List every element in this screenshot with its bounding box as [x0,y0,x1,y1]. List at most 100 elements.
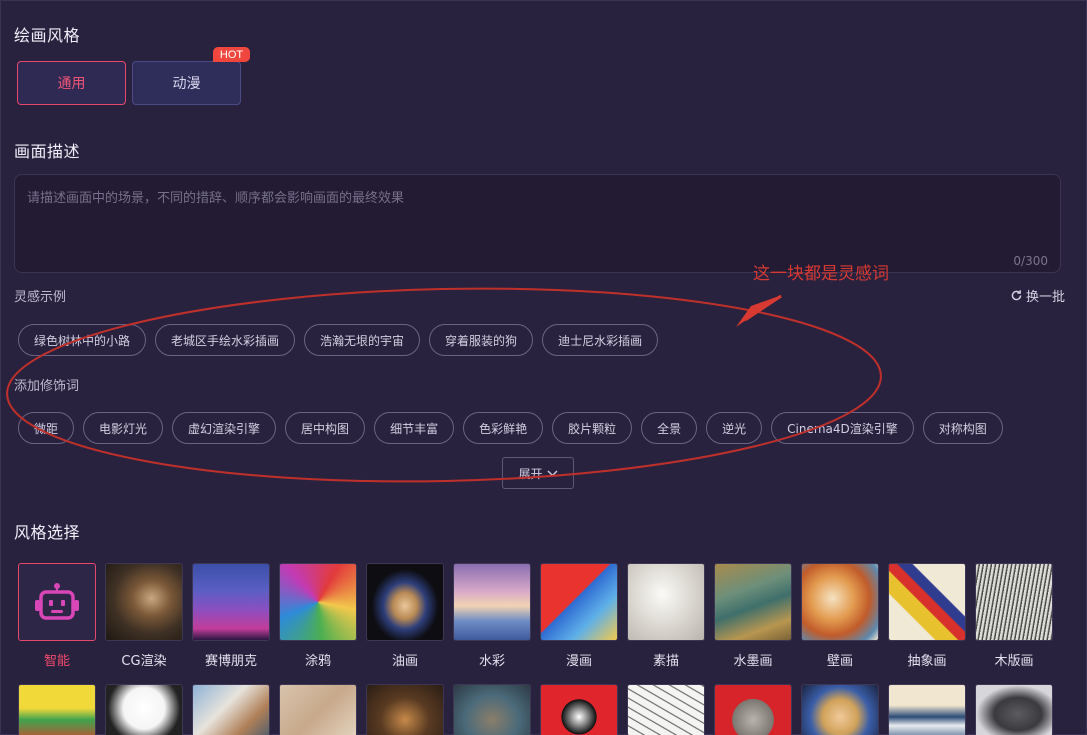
style-thumb [975,563,1053,641]
style-thumb [366,684,444,735]
style-card-label: 赛博朋克 [204,654,257,669]
style-thumb [453,563,531,641]
style-card-ink[interactable]: 水墨画 [714,563,792,669]
style-card-more[interactable] [714,684,792,735]
annotation-text: 这一块都是灵感词 [753,264,889,284]
chevron-down-icon [547,470,557,476]
style-card-more[interactable] [366,684,444,735]
style-thumb [18,684,96,735]
style-card-comic[interactable]: 漫画 [540,563,618,669]
style-card-label: 抽象画 [907,654,947,669]
style-card-label: 素描 [652,654,679,669]
picture-description-title: 画面描述 [14,142,81,161]
inspiration-examples-label: 灵感示例 [14,290,67,305]
style-card-oil[interactable]: 油画 [366,563,444,669]
expand-label: 展开 [518,466,543,481]
style-thumb [453,684,531,735]
style-card-more[interactable] [627,684,705,735]
inspiration-tag[interactable]: 老城区手绘水彩插画 [155,324,296,356]
style-card-label: 漫画 [565,654,592,669]
style-card-more[interactable] [279,684,357,735]
style-card-more[interactable] [453,684,531,735]
style-card-more[interactable] [975,684,1053,735]
description-box: 0/300 [14,174,1061,273]
style-card-more[interactable] [105,684,183,735]
modifier-tag[interactable]: 虚幻渲染引擎 [172,412,277,444]
style-thumb [279,684,357,735]
style-grid-row-1: 智能 CG渲染 赛博朋克 涂鸦 油画 水彩 漫画 素描 水墨画 壁画 抽象画 木… [18,563,1053,669]
inspiration-tag-list: 绿色树林中的小路 老城区手绘水彩插画 浩瀚无垠的宇宙 穿着服装的狗 迪士尼水彩插… [18,324,659,356]
painting-style-title: 绘画风格 [14,26,81,45]
style-grid-row-2 [18,684,1053,735]
modifier-tag[interactable]: 居中构图 [285,412,366,444]
style-card-woodcut[interactable]: 木版画 [975,563,1053,669]
style-card-label: 油画 [391,654,418,669]
style-card-more[interactable] [888,684,966,735]
inspiration-tag[interactable]: 穿着服装的狗 [429,324,534,356]
style-card-mural[interactable]: 壁画 [801,563,879,669]
add-modifiers-label: 添加修饰词 [14,379,80,394]
style-thumb [192,684,270,735]
expand-button[interactable]: 展开 [502,457,574,489]
style-thumb [105,563,183,641]
style-thumb [18,563,96,641]
style-thumb [627,684,705,735]
style-thumb [801,684,879,735]
style-thumb [714,684,792,735]
refresh-label: 换一批 [1026,290,1066,305]
inspiration-tag[interactable]: 迪士尼水彩插画 [542,324,659,356]
style-thumb [888,684,966,735]
style-card-label: 水彩 [478,654,505,669]
style-card-more[interactable] [18,684,96,735]
annotation-arrow-icon [736,295,782,327]
style-thumb [192,563,270,641]
style-thumb [540,684,618,735]
modifier-tag[interactable]: 逆光 [706,412,763,444]
annotation-arrow-line [744,294,782,322]
hot-badge: HOT [213,47,250,62]
description-input[interactable] [15,175,1060,272]
modifier-tag[interactable]: 细节丰富 [374,412,455,444]
style-card-watercolor[interactable]: 水彩 [453,563,531,669]
style-card-label: 水墨画 [733,654,773,669]
style-card-smart[interactable]: 智能 [18,563,96,669]
style-card-label: 壁画 [826,654,853,669]
char-counter: 0/300 [1013,254,1048,268]
style-card-graffiti[interactable]: 涂鸦 [279,563,357,669]
inspiration-tag[interactable]: 绿色树林中的小路 [18,324,147,356]
style-card-label: 木版画 [994,654,1034,669]
modifier-tag[interactable]: Cinema4D渲染引擎 [771,412,914,444]
style-thumb [540,563,618,641]
style-card-sketch[interactable]: 素描 [627,563,705,669]
modifier-tag[interactable]: 电影灯光 [83,412,164,444]
style-thumb [888,563,966,641]
style-card-label: CG渲染 [121,654,167,669]
style-card-label: 涂鸦 [304,654,331,669]
style-card-cyberpunk[interactable]: 赛博朋克 [192,563,270,669]
style-tab-general[interactable]: 通用 [17,61,126,105]
style-thumb [627,563,705,641]
style-thumb [975,684,1053,735]
style-thumb [366,563,444,641]
modifier-tag[interactable]: 微距 [18,412,75,444]
refresh-icon [1011,290,1022,301]
style-thumb [105,684,183,735]
modifier-tag-list: 微距 电影灯光 虚幻渲染引擎 居中构图 细节丰富 色彩鲜艳 胶片颗粒 全景 逆光… [18,412,1003,444]
inspiration-tag[interactable]: 浩瀚无垠的宇宙 [304,324,421,356]
style-selection-title: 风格选择 [14,523,81,542]
style-card-abstract[interactable]: 抽象画 [888,563,966,669]
style-thumb [279,563,357,641]
style-card-cg[interactable]: CG渲染 [105,563,183,669]
style-card-more[interactable] [540,684,618,735]
style-thumb [801,563,879,641]
robot-icon [35,583,79,620]
modifier-tag[interactable]: 对称构图 [922,412,1003,444]
modifier-tag[interactable]: 色彩鲜艳 [463,412,544,444]
style-tab-anime[interactable]: 动漫 [132,61,241,105]
refresh-button[interactable]: 换一批 [1010,286,1065,305]
annotation-ellipse [6,287,882,483]
modifier-tag[interactable]: 胶片颗粒 [552,412,633,444]
style-card-more[interactable] [192,684,270,735]
modifier-tag[interactable]: 全景 [641,412,698,444]
style-card-more[interactable] [801,684,879,735]
